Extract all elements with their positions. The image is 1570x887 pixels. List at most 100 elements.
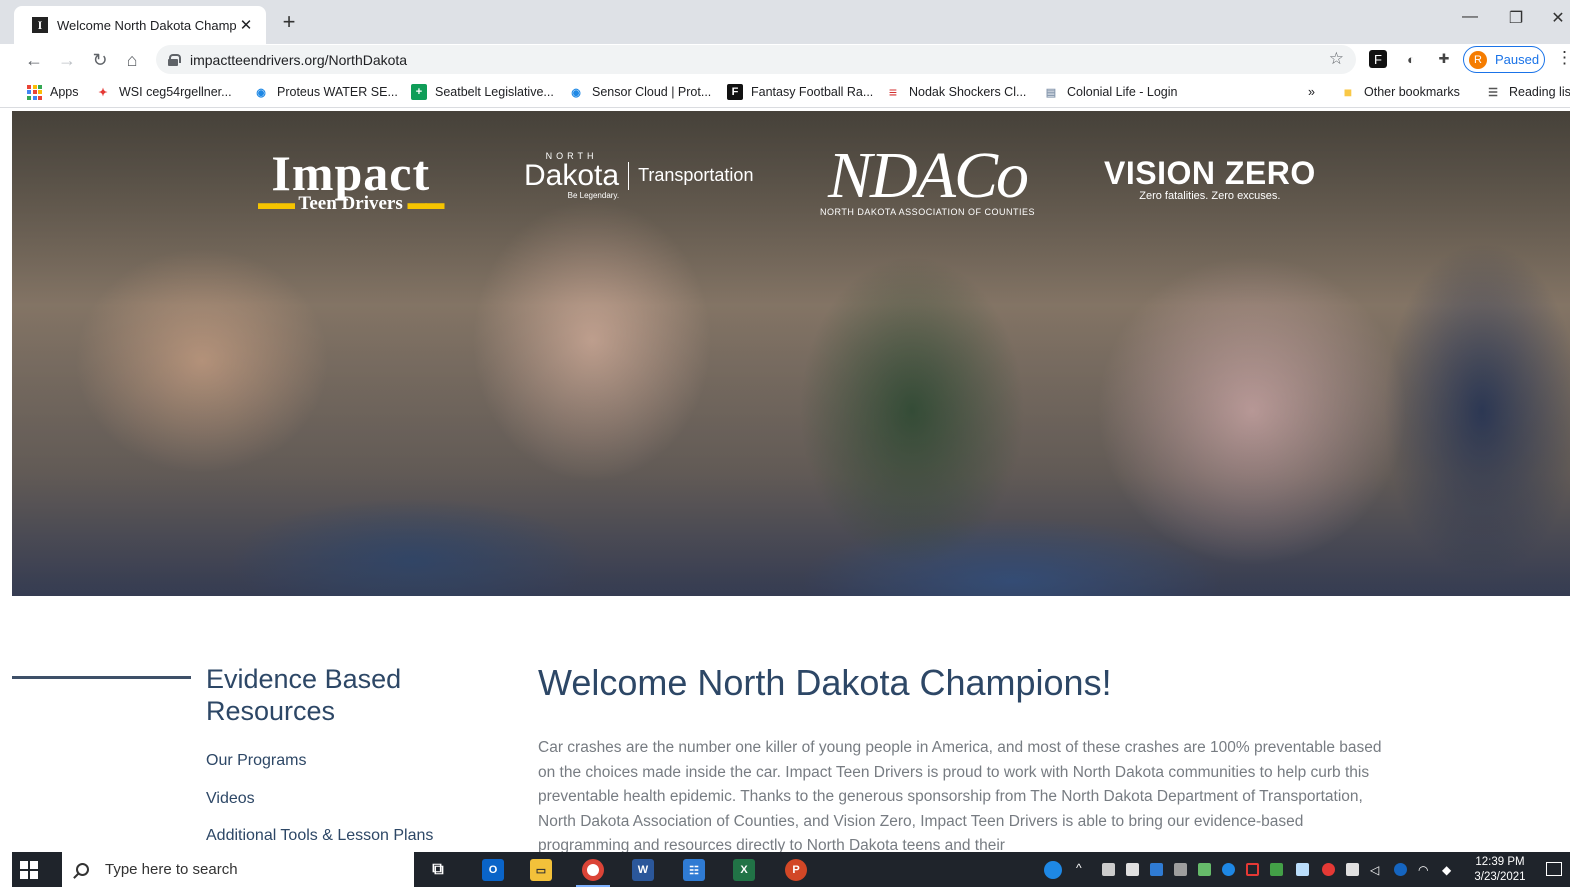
- sidebar-link-additional-tools[interactable]: Additional Tools & Lesson Plans: [206, 827, 433, 845]
- f-logo-icon: F: [727, 84, 743, 100]
- tab-title: Welcome North Dakota Champic: [57, 17, 236, 33]
- sidebar-heading: Evidence Based Resources: [206, 664, 402, 726]
- bookmark-fantasy-football[interactable]: F Fantasy Football Ra...: [727, 83, 873, 101]
- globe-icon: ◉: [256, 86, 266, 99]
- close-window-icon[interactable]: ✕: [1535, 8, 1570, 28]
- reading-list-label: Reading lis: [1509, 85, 1570, 99]
- impact-teen-drivers-logo: Impact ▬▬ Teen Drivers ▬▬: [258, 145, 445, 214]
- bookmark-label: Fantasy Football Ra...: [751, 85, 874, 99]
- tab-close-icon[interactable]: ✕: [236, 16, 256, 34]
- bookmarks-bar: Apps ✦ WSI ceg54rgellner... ◉ Proteus WA…: [0, 75, 1570, 108]
- taskbar-clock[interactable]: 12:39 PM 3/23/2021: [1464, 855, 1536, 885]
- help-icon[interactable]: [1044, 861, 1062, 879]
- reload-icon[interactable]: ↻: [87, 47, 113, 73]
- forward-arrow-icon[interactable]: →: [54, 47, 80, 73]
- vision-zero-logo: VISION ZERO Zero fatalities. Zero excuse…: [1104, 155, 1316, 202]
- bookmarks-overflow-button[interactable]: »: [1308, 83, 1315, 101]
- task-view-icon[interactable]: ⧉: [427, 859, 449, 881]
- show-hidden-icons-icon[interactable]: ^: [1076, 861, 1089, 875]
- security-icon[interactable]: [1198, 863, 1211, 876]
- battery-icon[interactable]: [1346, 863, 1359, 876]
- bookmark-star-icon[interactable]: ☆: [1329, 49, 1344, 69]
- apps-grid-icon: [27, 84, 42, 100]
- powerpoint-icon[interactable]: P: [785, 859, 807, 881]
- home-icon[interactable]: ⌂: [119, 47, 145, 73]
- tab-strip: I Welcome North Dakota Champic ✕ + — ❐ ✕: [0, 0, 1570, 44]
- avatar: R: [1469, 50, 1487, 69]
- bookmark-sensor-cloud[interactable]: ◉ Sensor Cloud | Prot...: [568, 83, 711, 101]
- outlook-tray-icon[interactable]: [1150, 863, 1163, 876]
- file-explorer-icon[interactable]: ▭: [530, 859, 552, 881]
- performance-icon[interactable]: [1270, 863, 1283, 876]
- extensions-puzzle-icon[interactable]: ✚: [1434, 49, 1454, 69]
- excel-icon[interactable]: X: [733, 859, 755, 881]
- bluetooth-icon[interactable]: [1222, 863, 1235, 876]
- bookmark-label: Other bookmarks: [1364, 85, 1460, 99]
- mail-icon[interactable]: [1126, 863, 1139, 876]
- browser-toolbar: ← → ↻ ⌂ impactteendrivers.org/NorthDakot…: [0, 44, 1570, 75]
- volume-icon[interactable]: ◁: [1370, 863, 1383, 877]
- wifi-icon[interactable]: ◠: [1418, 863, 1431, 877]
- clock-date: 3/23/2021: [1474, 871, 1526, 883]
- reading-list-icon: ☰: [1488, 86, 1498, 99]
- clock-time: 12:39 PM: [1475, 856, 1525, 868]
- address-bar[interactable]: impactteendrivers.org/NorthDakota ☆: [156, 45, 1356, 74]
- section-divider: [12, 676, 191, 679]
- bookmark-label: Seatbelt Legislative...: [435, 85, 554, 99]
- display-icon[interactable]: [1246, 863, 1259, 876]
- sidebar-link-our-programs[interactable]: Our Programs: [206, 752, 306, 770]
- minimize-icon[interactable]: —: [1447, 8, 1493, 26]
- search-placeholder: Type here to search: [105, 861, 238, 878]
- ndaco-logo: NDACo NORTH DAKOTA ASSOCIATION OF COUNTI…: [820, 139, 1036, 218]
- hero-banner: Impact ▬▬ Teen Drivers ▬▬ NORTH Dakota B…: [12, 111, 1570, 596]
- bookmark-colonial-life[interactable]: ▤ Colonial Life - Login: [1043, 83, 1178, 101]
- cloud-sync-icon[interactable]: [1322, 863, 1335, 876]
- browser-menu-icon[interactable]: ⋮: [1556, 48, 1570, 68]
- reading-list-button[interactable]: ☰ Reading lis: [1485, 83, 1570, 101]
- search-icon: [76, 863, 89, 876]
- browser-tab[interactable]: I Welcome North Dakota Champic ✕: [14, 6, 266, 44]
- bookmark-nodak-shockers[interactable]: ≡ Nodak Shockers Cl...: [885, 83, 1027, 101]
- doc-icon: ▤: [1045, 86, 1057, 99]
- restore-icon[interactable]: ❐: [1493, 8, 1539, 28]
- bookmark-label: Sensor Cloud | Prot...: [592, 85, 712, 99]
- extension-f-icon[interactable]: F: [1369, 50, 1387, 68]
- bookmark-proteus[interactable]: ◉ Proteus WATER SE...: [253, 83, 398, 101]
- bookmark-seatbelt[interactable]: + Seatbelt Legislative...: [411, 83, 554, 101]
- bookmark-wsi[interactable]: ✦ WSI ceg54rgellner...: [95, 83, 232, 101]
- intro-paragraph: Car crashes are the number one killer of…: [538, 739, 1382, 855]
- outlook-contacts-icon[interactable]: ☷: [683, 859, 705, 881]
- word-icon[interactable]: W: [632, 859, 654, 881]
- windows-start-icon[interactable]: [20, 861, 38, 879]
- bookmark-apps[interactable]: Apps: [27, 83, 79, 101]
- hero-photo-overlay: [12, 111, 1570, 596]
- sidebar-link-videos[interactable]: Videos: [206, 790, 255, 808]
- profile-button[interactable]: R Paused: [1463, 46, 1545, 73]
- hp-icon[interactable]: [1394, 863, 1407, 876]
- profile-status: Paused: [1495, 52, 1540, 67]
- dropbox-icon[interactable]: ◆: [1442, 863, 1455, 877]
- red-e-icon: ≡: [888, 84, 898, 100]
- sheets-plus-icon: +: [411, 84, 427, 100]
- bookmark-label: Colonial Life - Login: [1067, 85, 1178, 99]
- printer-icon[interactable]: [1174, 863, 1187, 876]
- bookmark-label: WSI ceg54rgellner...: [119, 85, 232, 99]
- network-drive-icon[interactable]: [1296, 863, 1309, 876]
- usb-icon[interactable]: [1102, 863, 1115, 876]
- outlook-icon[interactable]: O: [482, 859, 504, 881]
- pinwheel-icon: ✦: [98, 86, 108, 99]
- site-favicon-icon: I: [32, 17, 48, 33]
- extension-circle-icon[interactable]: ◐: [1401, 49, 1421, 69]
- lock-icon[interactable]: [168, 53, 181, 66]
- url-text[interactable]: impactteendrivers.org/NorthDakota: [190, 52, 407, 68]
- bookmark-other[interactable]: ■ Other bookmarks: [1340, 83, 1460, 101]
- notification-center-icon[interactable]: [1546, 862, 1562, 876]
- page-title: Welcome North Dakota Champions!: [538, 662, 1112, 703]
- back-arrow-icon[interactable]: ←: [21, 47, 47, 73]
- new-tab-button[interactable]: +: [276, 10, 302, 36]
- taskbar-search-input[interactable]: Type here to search: [62, 852, 414, 887]
- folder-icon: ■: [1343, 84, 1353, 100]
- bookmark-label: Apps: [50, 85, 79, 99]
- nd-transportation-logo: NORTH Dakota Be Legendary. Transportatio…: [524, 151, 754, 200]
- chrome-icon[interactable]: [582, 859, 604, 881]
